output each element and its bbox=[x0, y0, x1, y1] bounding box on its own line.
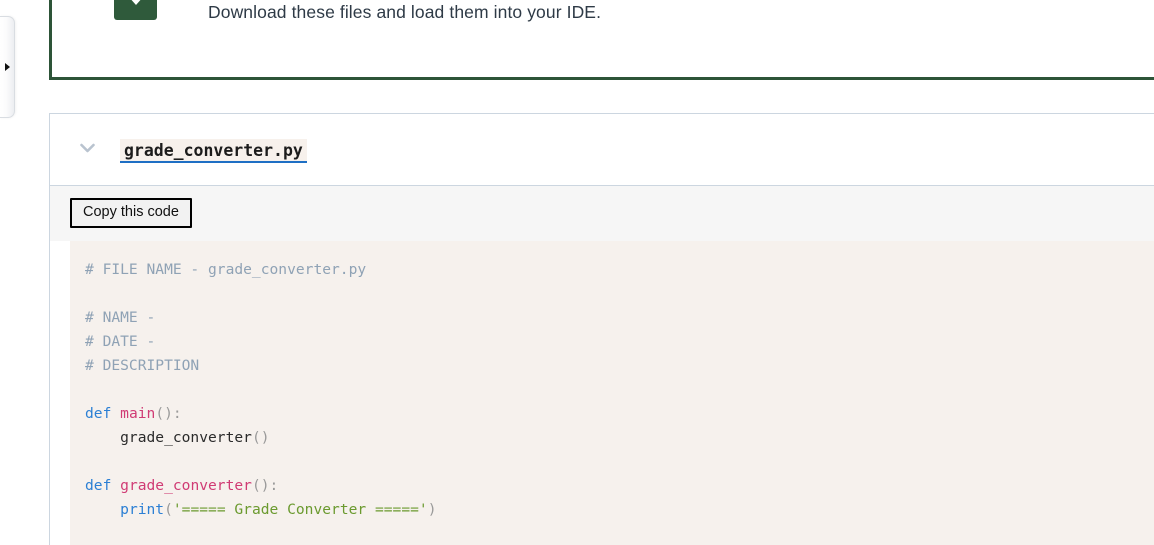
page-root: Download these files and load them into … bbox=[0, 0, 1154, 545]
download-icon bbox=[114, 0, 157, 20]
copy-code-button[interactable]: Copy this code bbox=[70, 198, 192, 228]
file-card-header: grade_converter.py bbox=[50, 114, 1154, 186]
sidebar-expand-handle[interactable] bbox=[0, 16, 15, 118]
triangle-right-icon bbox=[5, 63, 10, 71]
chevron-down-icon[interactable] bbox=[80, 143, 95, 153]
callout-text: Download these files and load them into … bbox=[208, 2, 602, 22]
code-block-container[interactable]: # FILE NAME - grade_converter.py # NAME … bbox=[70, 241, 1154, 545]
code-block: # FILE NAME - grade_converter.py # NAME … bbox=[85, 261, 437, 518]
download-callout: Download these files and load them into … bbox=[49, 0, 1154, 80]
file-card: grade_converter.py Copy this code # FILE… bbox=[49, 113, 1154, 545]
code-toolbar: Copy this code bbox=[50, 186, 1154, 241]
file-name-link[interactable]: grade_converter.py bbox=[120, 139, 307, 163]
